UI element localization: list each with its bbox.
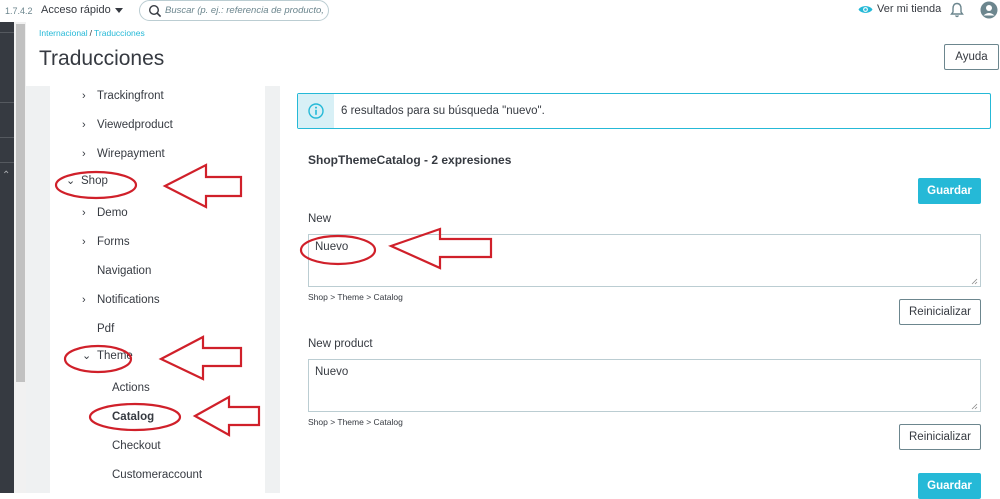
tree-item-label: Demo — [97, 207, 128, 219]
chevron-right-icon: › — [82, 207, 86, 219]
field-label-new-product: New product — [308, 338, 373, 350]
chevron-up-icon[interactable]: ⌃ — [2, 170, 10, 181]
tree-item-notifications[interactable]: › Notifications — [82, 294, 160, 306]
tree-item-label: Checkout — [112, 440, 161, 452]
tree-item-pdf[interactable]: Pdf — [97, 323, 114, 335]
tree-item-label: Viewedproduct — [97, 119, 173, 131]
tree-item-demo[interactable]: › Demo — [82, 207, 128, 219]
tree-item-label: Navigation — [97, 265, 152, 277]
search-results-alert: 6 resultados para su búsqueda "nuevo". — [297, 93, 991, 129]
view-shop-label: Ver mi tienda — [877, 3, 942, 15]
chevron-right-icon: › — [82, 294, 86, 306]
info-icon — [308, 103, 324, 119]
tree-item-navigation[interactable]: Navigation — [97, 265, 151, 277]
domain-path: Shop > Theme > Catalog — [308, 292, 403, 302]
tree-item-label: Trackingfront — [97, 90, 164, 102]
user-avatar-icon[interactable] — [980, 1, 998, 19]
sidebar-divider — [0, 162, 14, 163]
eye-icon — [858, 5, 873, 13]
breadcrumb: Internacional / Traducciones — [39, 28, 145, 38]
reset-button[interactable]: Reinicializar — [899, 424, 981, 450]
tree-item-label: Forms — [97, 236, 130, 248]
scrollbar-thumb[interactable] — [16, 24, 25, 382]
chevron-right-icon: › — [82, 148, 86, 160]
tree-item-theme[interactable]: ⌄ Theme — [82, 349, 133, 363]
breadcrumb-item-traducciones[interactable]: Traducciones — [94, 28, 145, 38]
admin-sidebar-collapsed: ⌃ — [0, 22, 14, 493]
chevron-right-icon: › — [82, 119, 86, 131]
tree-item-catalog[interactable]: Catalog — [112, 411, 154, 423]
search-box[interactable] — [139, 0, 329, 21]
sidebar-divider — [0, 32, 14, 33]
caret-down-icon — [114, 7, 123, 13]
sidebar-divider — [0, 102, 14, 103]
view-shop-link[interactable]: Ver mi tienda — [858, 3, 941, 15]
translation-textarea-new-product[interactable]: Nuevo — [308, 359, 981, 412]
quick-access-label: Acceso rápido — [41, 4, 111, 16]
translation-textarea-new[interactable]: Nuevo — [308, 234, 981, 287]
tree-item-label: Shop — [81, 174, 108, 187]
quick-access-dropdown[interactable]: Acceso rápido — [41, 4, 123, 16]
header-bar: 1.7.4.2 Acceso rápido Ver mi tienda — [0, 0, 1000, 22]
translations-panel — [280, 86, 1000, 493]
reset-button[interactable]: Reinicializar — [899, 299, 981, 325]
tree-item-label: Customeraccount — [112, 469, 203, 481]
bell-icon[interactable] — [950, 2, 964, 18]
section-title: ShopThemeCatalog - 2 expresiones — [308, 153, 512, 167]
version-label: 1.7.4.2 — [5, 6, 33, 16]
tree-item-label: Pdf — [97, 323, 115, 335]
tree-item-label: Wirepayment — [97, 148, 165, 160]
chevron-down-icon: ⌄ — [66, 175, 76, 187]
help-button[interactable]: Ayuda — [944, 44, 999, 70]
domain-path: Shop > Theme > Catalog — [308, 417, 403, 427]
tree-item-checkout[interactable]: Checkout — [112, 440, 161, 452]
sidebar-divider — [0, 137, 14, 138]
alert-message: 6 resultados para su búsqueda "nuevo". — [341, 105, 545, 117]
breadcrumb-item-internacional[interactable]: Internacional — [39, 28, 88, 38]
field-label-new: New — [308, 213, 332, 225]
tree-item-label: Notifications — [97, 294, 160, 306]
chevron-down-icon: ⌄ — [82, 350, 92, 362]
tree-item-shop[interactable]: ⌄ Shop — [66, 174, 108, 188]
save-button-bottom[interactable]: Guardar — [918, 473, 981, 499]
resize-grip-icon[interactable] — [971, 403, 978, 410]
search-icon — [148, 4, 162, 18]
tree-item-actions[interactable]: Actions — [112, 382, 150, 394]
alert-icon-box — [298, 94, 334, 128]
breadcrumb-separator: / — [89, 28, 93, 38]
tree-item-wirepayment[interactable]: › Wirepayment — [82, 148, 165, 160]
chevron-right-icon: › — [82, 236, 86, 248]
tree-item-label: Catalog — [112, 411, 155, 423]
page-title: Traducciones — [39, 47, 165, 70]
tree-item-label: Theme — [97, 349, 133, 362]
chevron-right-icon: › — [82, 90, 86, 102]
tree-item-trackingfront[interactable]: › Trackingfront — [82, 90, 164, 102]
resize-grip-icon[interactable] — [971, 278, 978, 285]
tree-item-forms[interactable]: › Forms — [82, 236, 130, 248]
tree-item-viewedproduct[interactable]: › Viewedproduct — [82, 119, 173, 131]
search-input[interactable] — [165, 3, 325, 18]
tree-item-customeraccount[interactable]: Customeraccount — [112, 469, 202, 481]
save-button[interactable]: Guardar — [918, 178, 981, 204]
tree-item-label: Actions — [112, 382, 150, 394]
